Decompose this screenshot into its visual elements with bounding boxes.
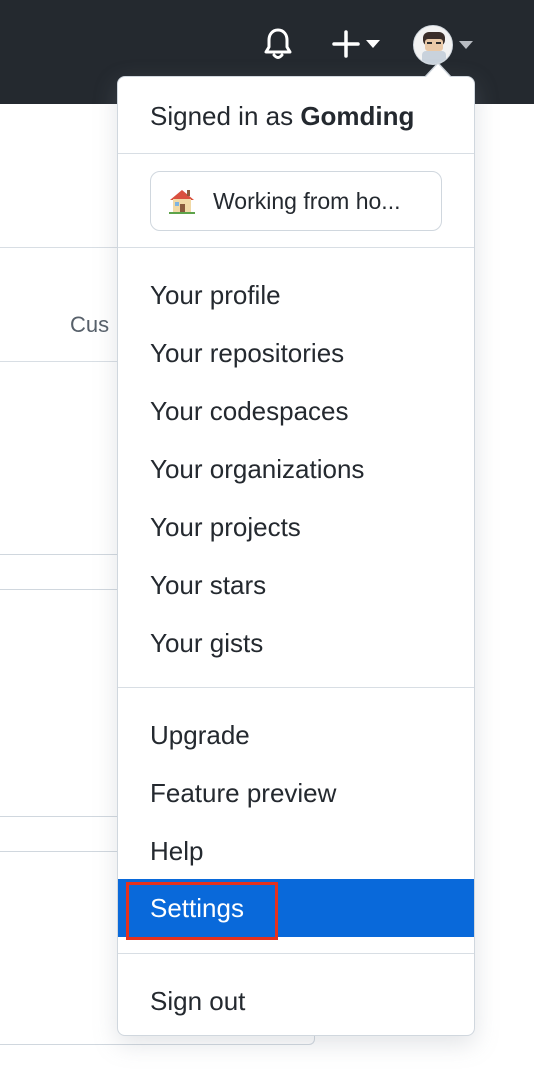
bell-icon (264, 28, 292, 59)
menu-divider (118, 687, 474, 688)
menu-item-settings-label: Settings (150, 892, 244, 923)
dropdown-pointer-fill (425, 64, 451, 78)
menu-item-upgrade[interactable]: Upgrade (118, 706, 474, 764)
menu-item-your-gists[interactable]: Your gists (118, 614, 474, 672)
menu-item-your-repositories[interactable]: Your repositories (118, 324, 474, 382)
page-panel (0, 554, 118, 590)
menu-item-settings[interactable]: Settings (118, 879, 474, 940)
menu-item-your-organizations[interactable]: Your organizations (118, 440, 474, 498)
notifications-button[interactable] (258, 22, 298, 66)
page-panel (0, 1036, 315, 1045)
page-partial-text: Cus (70, 312, 110, 337)
menu-item-your-projects[interactable]: Your projects (118, 498, 474, 556)
house-icon (169, 190, 195, 214)
status-text: Working from ho... (213, 187, 401, 214)
user-dropdown-menu: Signed in as Gomding Working from ho... … (117, 76, 475, 1036)
page-panel (0, 816, 118, 852)
plus-icon (332, 30, 360, 58)
caret-down-icon (459, 41, 473, 49)
signed-in-label: Signed in as Gomding (150, 101, 415, 131)
menu-item-your-codespaces[interactable]: Your codespaces (118, 382, 474, 440)
menu-divider (118, 953, 474, 954)
set-status-button[interactable]: Working from ho... (150, 171, 442, 231)
create-new-button[interactable] (326, 22, 386, 66)
page-divider (0, 247, 117, 248)
page-divider (0, 361, 117, 362)
menu-item-your-stars[interactable]: Your stars (118, 556, 474, 614)
menu-item-your-profile[interactable]: Your profile (118, 266, 474, 324)
caret-down-icon (366, 40, 380, 48)
menu-divider (118, 247, 474, 248)
avatar (413, 25, 453, 65)
menu-item-feature-preview[interactable]: Feature preview (118, 764, 474, 822)
sign-out-button[interactable]: Sign out (118, 972, 474, 1030)
menu-divider (118, 153, 474, 154)
username: Gomding (300, 101, 415, 131)
menu-item-help[interactable]: Help (118, 822, 474, 880)
